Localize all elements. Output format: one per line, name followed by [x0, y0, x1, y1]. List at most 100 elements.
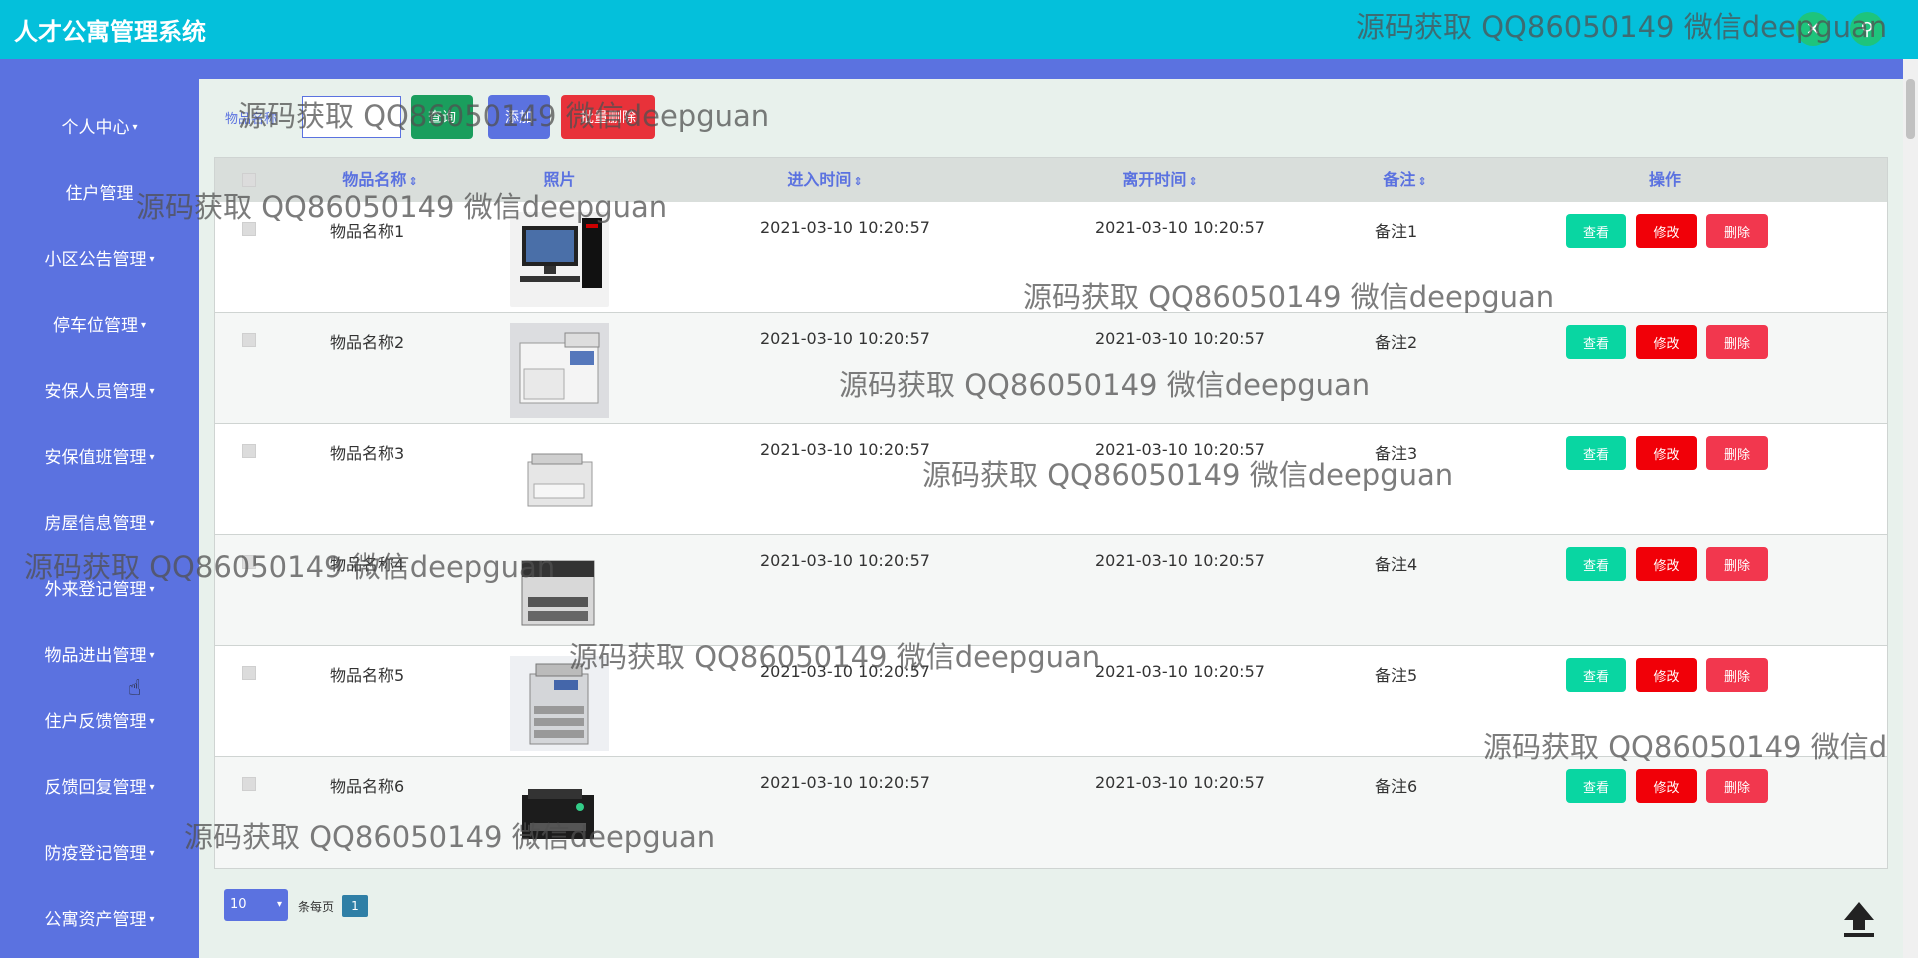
edit-button[interactable]: 修改: [1636, 325, 1697, 359]
in-time: 2021-03-10 10:20:57: [760, 440, 930, 459]
in-time: 2021-03-10 10:20:57: [760, 329, 930, 348]
chevron-down-icon: ▾: [149, 650, 155, 661]
sidebar-item-parking[interactable]: 停车位管理 ▾: [0, 306, 199, 346]
page-number-button[interactable]: 1: [342, 895, 368, 917]
out-time: 2021-03-10 10:20:57: [1095, 440, 1265, 459]
edit-button[interactable]: 修改: [1636, 769, 1697, 803]
table-row: 物品名称4 2021-03-10 10:20:57 2021-03-10 10:…: [215, 535, 1887, 646]
item-name: 物品名称6: [330, 777, 405, 796]
delete-button[interactable]: 删除: [1706, 214, 1768, 248]
sidebar-item-visitors[interactable]: 外来登记管理 ▾: [0, 570, 199, 610]
remark: 备注4: [1375, 555, 1418, 574]
out-time: 2021-03-10 10:20:57: [1095, 773, 1265, 792]
delete-button[interactable]: 删除: [1706, 547, 1768, 581]
edit-button[interactable]: 修改: [1636, 214, 1697, 248]
in-time: 2021-03-10 10:20:57: [760, 218, 930, 237]
edit-button[interactable]: 修改: [1636, 547, 1697, 581]
delete-button[interactable]: 删除: [1706, 658, 1768, 692]
sort-icon: ⇕: [1188, 175, 1198, 188]
remark: 备注6: [1375, 777, 1418, 796]
per-page-label: 条每页: [298, 900, 335, 914]
view-button[interactable]: 查看: [1566, 214, 1626, 248]
sidebar-item-housing[interactable]: 房屋信息管理 ▾: [0, 504, 199, 544]
chevron-down-icon: ▾: [140, 320, 147, 331]
col-remark-header[interactable]: 备注 ⇕: [1365, 158, 1445, 202]
item-name: 物品名称3: [330, 444, 405, 463]
user-icon[interactable]: ⚲: [1850, 12, 1884, 46]
view-button[interactable]: 查看: [1566, 436, 1626, 470]
scrollbar-thumb[interactable]: [1906, 79, 1915, 139]
edit-button[interactable]: 修改: [1636, 658, 1697, 692]
out-time: 2021-03-10 10:20:57: [1095, 662, 1265, 681]
row-checkbox[interactable]: [242, 222, 256, 236]
remark: 备注5: [1375, 666, 1418, 685]
sidebar-item-assets[interactable]: 公寓资产管理 ▾: [0, 900, 199, 940]
sidebar-item-feedback[interactable]: 住户反馈管理 ▾: [0, 702, 199, 742]
col-in-time-header[interactable]: 进入时间 ⇕: [745, 158, 905, 202]
table-row: 物品名称5 2021-03-10 10:20:57 2021-03-10 10:…: [215, 646, 1887, 757]
sidebar-item-profile[interactable]: 个人中心 ▾: [0, 108, 199, 148]
office-copier-icon: [510, 656, 609, 751]
row-checkbox[interactable]: [242, 777, 256, 791]
chevron-down-icon: ▾: [149, 452, 155, 463]
app-title: 人才公寓管理系统: [14, 18, 206, 46]
sidebar-item-epidemic[interactable]: 防疫登记管理 ▾: [0, 834, 199, 874]
query-button[interactable]: 查询: [411, 95, 473, 139]
view-button[interactable]: 查看: [1566, 325, 1626, 359]
arrow-up-icon[interactable]: [1840, 898, 1878, 938]
in-time: 2021-03-10 10:20:57: [760, 773, 930, 792]
content-header-strip: [199, 59, 1903, 79]
chevron-down-icon: ▾: [149, 254, 155, 265]
row-checkbox[interactable]: [242, 666, 256, 680]
vertical-scrollbar[interactable]: [1903, 59, 1918, 958]
delete-button[interactable]: 删除: [1706, 436, 1768, 470]
col-name-header[interactable]: 物品名称 ⇕: [315, 158, 445, 202]
sidebar-item-replies[interactable]: 反馈回复管理 ▾: [0, 768, 199, 808]
desktop-computer-icon: [510, 212, 609, 307]
select-all-checkbox[interactable]: [242, 173, 256, 187]
col-out-time-header[interactable]: 离开时间 ⇕: [1080, 158, 1240, 202]
top-bar: 人才公寓管理系统 ✕ ⚲: [0, 0, 1918, 59]
chevron-down-icon: ▾: [149, 848, 155, 859]
item-name: 物品名称2: [330, 333, 405, 352]
chevron-down-icon: ▾: [149, 914, 155, 925]
top-icons: ✕ ⚲: [1796, 12, 1884, 46]
row-checkbox[interactable]: [242, 555, 256, 569]
sort-icon: ⇕: [408, 175, 418, 188]
in-time: 2021-03-10 10:20:57: [760, 662, 930, 681]
remark: 备注2: [1375, 333, 1418, 352]
sidebar-item-security-duty[interactable]: 安保值班管理 ▾: [0, 438, 199, 478]
remark: 备注3: [1375, 444, 1418, 463]
chevron-down-icon: ▾: [276, 899, 282, 910]
chevron-down-icon: ▾: [149, 518, 155, 529]
item-name: 物品名称1: [330, 222, 405, 241]
add-button[interactable]: 添加: [488, 95, 550, 139]
sort-icon: ⇕: [1417, 175, 1427, 188]
view-button[interactable]: 查看: [1566, 547, 1626, 581]
row-checkbox[interactable]: [242, 444, 256, 458]
search-input[interactable]: [302, 96, 401, 138]
close-icon[interactable]: ✕: [1796, 12, 1830, 46]
table-row: 物品名称6 2021-03-10 10:20:57 2021-03-10 10:…: [215, 757, 1887, 868]
table-row: 物品名称3 2021-03-10 10:20:57 2021-03-10 10:…: [215, 424, 1887, 535]
chevron-down-icon: ▾: [149, 716, 155, 727]
out-time: 2021-03-10 10:20:57: [1095, 329, 1265, 348]
sidebar-item-goods[interactable]: 物品进出管理 ▾: [0, 636, 199, 676]
delete-button[interactable]: 删除: [1706, 325, 1768, 359]
inkjet-printer-icon: [510, 767, 609, 862]
goods-table: 物品名称 ⇕ 照片 进入时间 ⇕ 离开时间 ⇕ 备注 ⇕ 操作 物品名称1 2021-0…: [214, 157, 1888, 869]
sidebar-item-security-staff[interactable]: 安保人员管理 ▾: [0, 372, 199, 412]
col-actions-header: 操作: [1648, 170, 1681, 189]
page-size-select[interactable]: 10 ▾: [224, 889, 288, 921]
sidebar: 个人中心 ▾ 住户管理 小区公告管理 ▾ 停车位管理 ▾ 安保人员管理 ▾ 安保值班管理…: [0, 59, 199, 958]
view-button[interactable]: 查看: [1566, 769, 1626, 803]
view-button[interactable]: 查看: [1566, 658, 1626, 692]
batch-delete-button[interactable]: 批量删除: [561, 95, 655, 139]
item-name: 物品名称5: [330, 666, 405, 685]
sidebar-item-residents[interactable]: 住户管理: [0, 174, 199, 214]
sidebar-item-notices[interactable]: 小区公告管理 ▾: [0, 240, 199, 280]
row-checkbox[interactable]: [242, 333, 256, 347]
out-time: 2021-03-10 10:20:57: [1095, 218, 1265, 237]
delete-button[interactable]: 删除: [1706, 769, 1768, 803]
edit-button[interactable]: 修改: [1636, 436, 1697, 470]
